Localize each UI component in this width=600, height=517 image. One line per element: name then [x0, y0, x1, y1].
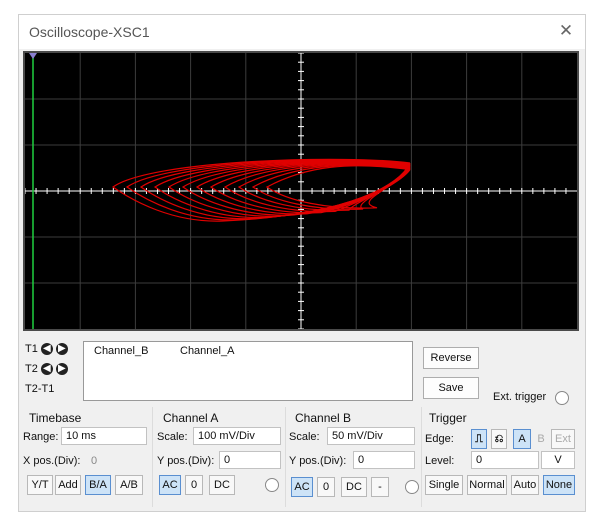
falling-edge-icon[interactable]: ⎌ — [491, 429, 507, 449]
measurement-table: Channel_B Channel_A — [83, 341, 413, 401]
channel-a-column-header: Channel_A — [180, 345, 235, 357]
panel-divider — [285, 407, 286, 507]
trigger-normal-button[interactable]: Normal — [467, 475, 507, 495]
panel-divider — [421, 407, 422, 507]
channel-a-ac-button[interactable]: AC — [159, 475, 181, 495]
ext-trigger-radio[interactable] — [555, 391, 569, 405]
channel-b-radio[interactable] — [405, 480, 419, 494]
range-input[interactable]: 10 ms — [61, 427, 147, 445]
channel-b-ypos-input[interactable]: 0 — [353, 451, 415, 469]
xpos-label: X pos.(Div): — [23, 455, 81, 467]
timebase-title: Timebase — [29, 411, 82, 425]
oscilloscope-screen — [23, 51, 579, 331]
title-bar: Oscilloscope-XSC1 ✕ — [19, 15, 585, 49]
channel-b-title: Channel B — [295, 411, 352, 425]
t2-left-arrow-icon[interactable]: ◀ — [40, 363, 53, 375]
t1-left-arrow-icon[interactable]: ◀ — [40, 343, 53, 355]
mode-ab-button[interactable]: A/B — [115, 475, 143, 495]
mode-ba-button[interactable]: B/A — [85, 475, 111, 495]
panel-divider — [152, 407, 153, 507]
channel-b-invert-button[interactable]: - — [371, 477, 389, 497]
scope-display — [25, 53, 577, 329]
close-icon[interactable]: ✕ — [557, 21, 575, 41]
channel-b-ypos-label: Y pos.(Div): — [289, 455, 347, 467]
channel-b-scale-input[interactable]: 50 mV/Div — [327, 427, 415, 445]
t2-right-arrow-icon[interactable]: ▶ — [55, 363, 68, 375]
trigger-source-a-button[interactable]: A — [513, 429, 531, 449]
channel-a-scale-label: Scale: — [157, 431, 188, 443]
cursor-readout: T1 ◀ ▶ T2 ◀ ▶ T2-T1 Channel_B Channel_A … — [19, 337, 585, 407]
mode-yt-button[interactable]: Y/T — [27, 475, 53, 495]
channel-b-column-header: Channel_B — [94, 345, 149, 357]
reverse-button[interactable]: Reverse — [423, 347, 479, 369]
channel-a-ypos-label: Y pos.(Div): — [157, 455, 215, 467]
trigger-title: Trigger — [429, 411, 467, 425]
channel-a-ypos-input[interactable]: 0 — [219, 451, 281, 469]
rising-edge-icon[interactable]: ⎍ — [471, 429, 487, 449]
xpos-value[interactable]: 0 — [91, 455, 97, 467]
channel-a-dc-button[interactable]: DC — [209, 475, 235, 495]
cursor-t1-marker-icon — [29, 53, 37, 59]
range-label: Range: — [23, 431, 59, 443]
channel-b-ac-button[interactable]: AC — [291, 477, 313, 497]
ext-trigger-label: Ext. trigger — [493, 391, 547, 403]
oscilloscope-window: Oscilloscope-XSC1 ✕ T1 ◀ ▶ T2 ◀ ▶ T2-T1 … — [18, 14, 586, 512]
level-unit-select[interactable]: V — [541, 451, 575, 469]
trigger-source-ext-button[interactable]: Ext — [551, 429, 575, 449]
trigger-auto-button[interactable]: Auto — [511, 475, 539, 495]
trigger-source-b-button[interactable]: B — [533, 429, 549, 449]
channel-b-zero-button[interactable]: 0 — [317, 477, 335, 497]
t1-right-arrow-icon[interactable]: ▶ — [55, 343, 68, 355]
channel-a-title: Channel A — [163, 411, 219, 425]
trigger-none-button[interactable]: None — [543, 475, 575, 495]
channel-a-scale-input[interactable]: 100 mV/Div — [193, 427, 281, 445]
t2-label: T2 — [25, 363, 38, 375]
save-button[interactable]: Save — [423, 377, 479, 399]
t1-label: T1 — [25, 343, 38, 355]
level-label: Level: — [425, 455, 455, 467]
channel-a-zero-button[interactable]: 0 — [185, 475, 203, 495]
mode-add-button[interactable]: Add — [55, 475, 81, 495]
channel-b-dc-button[interactable]: DC — [341, 477, 367, 497]
level-input[interactable]: 0 — [471, 451, 539, 469]
t2-t1-label: T2-T1 — [25, 383, 55, 395]
window-title: Oscilloscope-XSC1 — [29, 24, 150, 40]
channel-b-scale-label: Scale: — [289, 431, 320, 443]
edge-label: Edge: — [425, 433, 454, 445]
channel-a-radio[interactable] — [265, 478, 279, 492]
trigger-single-button[interactable]: Single — [425, 475, 463, 495]
